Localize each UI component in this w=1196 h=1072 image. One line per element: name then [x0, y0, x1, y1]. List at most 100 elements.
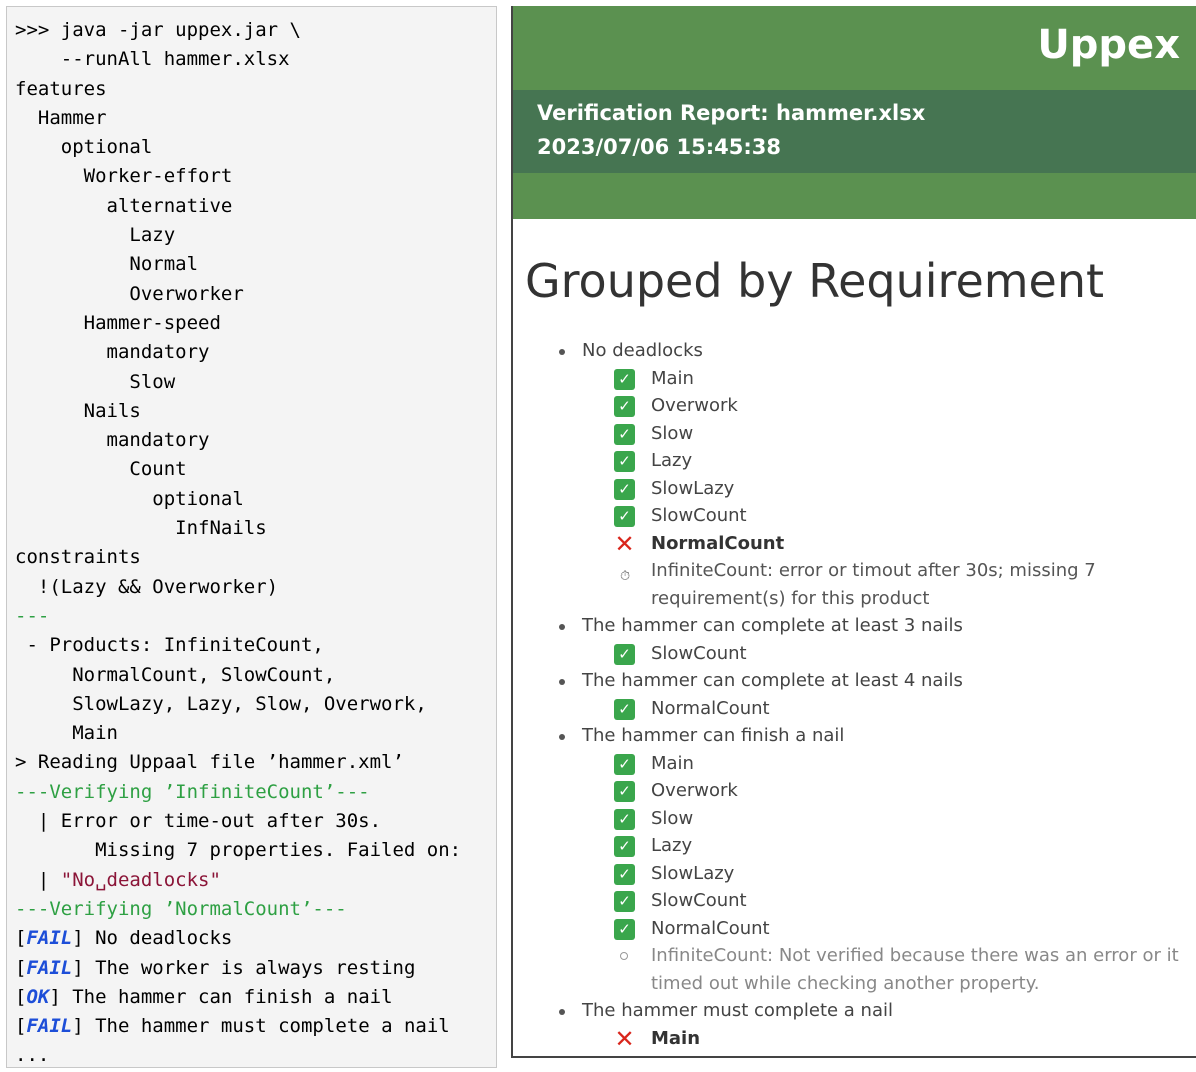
terminal-line: ---Verifying ’InfiniteCount’---	[15, 778, 496, 807]
terminal-text: [	[15, 1015, 27, 1038]
product-result: InfiniteCount: Not verified because ther…	[582, 942, 1196, 997]
requirement-label: The hammer must complete a nail	[582, 1000, 893, 1021]
check-icon: ✓	[614, 643, 635, 665]
terminal-line: mandatory	[15, 338, 496, 367]
terminal-line: Normal	[15, 250, 496, 279]
check-icon: ✓	[614, 753, 635, 775]
product-name: NormalCount	[651, 697, 770, 719]
terminal-text: > Reading Uppaal file ’hammer.xml’	[15, 751, 404, 774]
product-list: ✓ Main ✓ Overwork ✓ Slow ✓ Lazy ✓ SlowLazy ✓ SlowCo…	[582, 750, 1196, 998]
product-name: SlowCount	[651, 505, 747, 526]
terminal-text: optional	[15, 487, 244, 510]
terminal-line: optional	[15, 485, 496, 514]
terminal-text: | Error or time-out after 30s.	[15, 810, 382, 833]
product-name: SlowCount	[651, 890, 747, 911]
terminal-line: - Products: InfiniteCount,	[15, 631, 496, 660]
check-icon: ✓	[614, 478, 635, 500]
product-result: ✓ NormalCount	[582, 695, 1196, 723]
terminal-text: Missing 7 properties. Failed on:	[15, 839, 462, 862]
product-name: NormalCount	[651, 917, 770, 939]
product-result: ✓ Overwork	[582, 392, 1196, 420]
product-result: ✓ Slow	[582, 805, 1196, 833]
terminal-line: Worker-effort	[15, 162, 496, 191]
requirement-list: No deadlocks ✓ Main ✓ Overwork ✓ Slow ✓ Lazy ✓ Slo…	[513, 337, 1196, 1056]
terminal-line: alternative	[15, 192, 496, 221]
report-timestamp: 2023/07/06 15:45:38	[537, 135, 782, 159]
terminal-line: [FAIL] The worker is always resting	[15, 954, 496, 983]
terminal-text: ...	[15, 1044, 50, 1067]
product-result: ✓ NormalCount	[582, 915, 1196, 943]
result-tag: FAIL	[26, 956, 73, 979]
terminal-text: - Products: InfiniteCount,	[15, 634, 324, 657]
requirement-label: The hammer can finish a nail	[582, 725, 845, 746]
terminal-text: ---Verifying ’NormalCount’---	[15, 897, 347, 920]
product-list: ✓ NormalCount	[582, 695, 1196, 723]
terminal-text: ] The hammer must complete a nail	[72, 1015, 450, 1038]
terminal-line: --runAll hammer.xlsx	[15, 45, 496, 74]
terminal-text: ---	[15, 604, 50, 627]
requirement-label: The hammer can complete at least 4 nails	[582, 670, 963, 691]
product-result: ✓ Lazy	[582, 447, 1196, 475]
brand-bar: Uppex	[513, 6, 1196, 90]
report-title: Verification Report: hammer.xlsx	[537, 101, 926, 125]
product-name: SlowCount	[651, 642, 747, 664]
cross-icon: ✕	[614, 1054, 634, 1056]
product-result: ✓ SlowLazy	[582, 475, 1196, 503]
verification-report: Uppex Verification Report: hammer.xlsx 2…	[511, 6, 1196, 1058]
terminal-line: mandatory	[15, 426, 496, 455]
check-icon: ✓	[614, 891, 635, 912]
terminal-line: [FAIL] The hammer must complete a nail	[15, 1012, 496, 1041]
product-result: ✓ SlowLazy	[582, 860, 1196, 888]
terminal-text: Hammer	[15, 106, 107, 129]
terminal-text: ] The worker is always resting	[72, 956, 416, 979]
result-tag: FAIL	[26, 1015, 73, 1038]
product-result: ✓ Slow	[582, 420, 1196, 448]
terminal-text: SlowLazy, Lazy, Slow, Overwork,	[15, 692, 427, 715]
product-name: Slow	[651, 422, 694, 444]
product-note: InfiniteCount: error or timout after 30s…	[651, 560, 1096, 609]
check-icon: ✓	[614, 506, 635, 527]
requirement-item: The hammer can complete at least 4 nails…	[513, 667, 1196, 722]
terminal-text: ] No deadlocks	[72, 927, 233, 950]
product-result: ⏱ InfiniteCount: error or timout after 30…	[582, 557, 1196, 612]
terminal-text: "No␣deadlocks"	[60, 868, 221, 891]
terminal-line: [OK] The hammer can finish a nail	[15, 983, 496, 1012]
product-result: ✓ Lazy	[582, 832, 1196, 860]
terminal-line: Hammer-speed	[15, 309, 496, 338]
terminal-line: !(Lazy && Overworker)	[15, 573, 496, 602]
terminal-text: InfNails	[15, 517, 267, 540]
terminal-text: Hammer-speed	[15, 311, 221, 334]
product-result: ✓ Main	[582, 750, 1196, 778]
terminal-text: optional	[15, 136, 153, 159]
terminal-text: alternative	[15, 194, 233, 217]
requirement-label: No deadlocks	[582, 340, 703, 361]
product-note: InfiniteCount: Not verified because ther…	[651, 945, 1179, 994]
terminal-text: ] The hammer can finish a nail	[49, 985, 393, 1008]
product-result: ✕ Main	[582, 1025, 1196, 1053]
requirement-item: The hammer must complete a nail ✕ Main ✕Ove…	[513, 997, 1196, 1056]
product-result: ✓ Overwork	[582, 777, 1196, 805]
check-icon: ✓	[614, 836, 635, 857]
product-result: ✓ SlowCount	[582, 640, 1196, 668]
terminal-text: [	[15, 927, 27, 950]
result-tag: OK	[26, 985, 50, 1008]
check-icon: ✓	[614, 863, 635, 885]
terminal-text: Main	[15, 722, 118, 745]
product-result: ✓ SlowCount	[582, 887, 1196, 915]
product-name: Main	[651, 1027, 701, 1049]
terminal-line: InfNails	[15, 514, 496, 543]
circle-icon	[620, 952, 628, 960]
product-name: Lazy	[651, 450, 693, 471]
cross-icon: ✕	[614, 529, 635, 558]
terminal-line: > Reading Uppaal file ’hammer.xml’	[15, 748, 496, 777]
terminal-line: Nails	[15, 397, 496, 426]
terminal-line: Overworker	[15, 280, 496, 309]
requirement-item: The hammer can finish a nail ✓ Main ✓ Overwo…	[513, 722, 1196, 997]
check-icon: ✓	[614, 781, 635, 802]
terminal-line: Lazy	[15, 221, 496, 250]
terminal-text: ---Verifying ’InfiniteCount’---	[15, 780, 370, 803]
product-name: Overwork	[651, 395, 738, 416]
product-result: ✕ Overwork	[582, 1052, 1196, 1056]
product-name: Main	[651, 752, 694, 774]
section-title: Grouped by Requirement	[525, 254, 1105, 308]
